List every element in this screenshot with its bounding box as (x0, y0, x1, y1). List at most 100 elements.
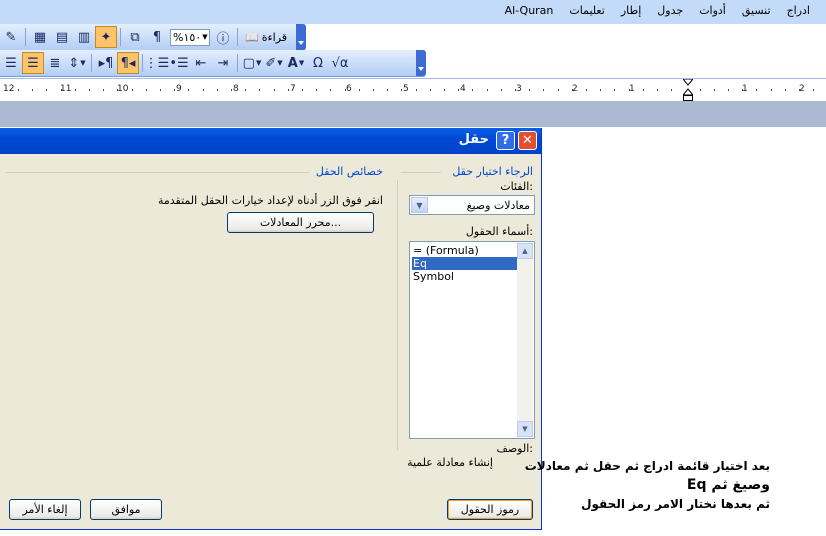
menu-help[interactable]: تعليمات (569, 4, 604, 17)
menu-frame[interactable]: إطار (621, 4, 641, 17)
list-item-symbol[interactable]: Symbol (412, 270, 517, 283)
ruler-tick (614, 89, 615, 91)
menu-table[interactable]: جدول (657, 4, 683, 17)
ruler-tick (700, 89, 701, 91)
toolbar-separator (237, 54, 238, 72)
ruler-tick (572, 89, 573, 91)
choose-field-group-label: الرجاء اختيار حقل (452, 165, 533, 178)
ruler-tick (756, 89, 757, 91)
toolbar-options-grip[interactable] (296, 24, 306, 50)
ruler-tick (657, 89, 658, 91)
menu-insert[interactable]: ادراج (787, 4, 810, 17)
numbering-icon[interactable]: ⋮☰ (145, 52, 170, 74)
rtl-direction-icon[interactable]: ¶◂ (117, 52, 139, 74)
highlight-icon[interactable]: ✐ ▼ (263, 52, 285, 74)
toolbar-separator (237, 28, 238, 46)
menu-bar: ادراج تنسيق أدوات جدول إطار تعليمات Al-Q… (0, 0, 826, 24)
read-button[interactable]: 📖 قراءة (241, 31, 291, 44)
edit-icon[interactable]: ✎ (0, 26, 22, 48)
ruler-tick (32, 89, 33, 91)
ruler-tick (387, 89, 388, 91)
toolbar-separator (25, 28, 26, 46)
field-names-list[interactable]: = (Formula) Eq Symbol ▲ ▼ (409, 241, 535, 439)
justify-icon[interactable]: ≣ (44, 52, 66, 74)
pilcrow-icon[interactable]: ¶ (146, 26, 168, 48)
field-list-scrollbar[interactable]: ▲ ▼ (517, 243, 533, 437)
align-center-icon[interactable]: ☰ (0, 52, 22, 74)
increase-indent-icon[interactable]: ⇥ (212, 52, 234, 74)
columns-icon[interactable]: ▥ (73, 26, 95, 48)
ruler-tick (629, 89, 630, 91)
toolbar-separator (142, 54, 143, 72)
menu-format[interactable]: تنسيق (742, 4, 771, 17)
ruler-tick (643, 89, 644, 91)
list-item-formula[interactable]: = (Formula) (412, 244, 517, 257)
ruler-tick (117, 89, 118, 91)
equation-icon[interactable]: √α (329, 52, 351, 74)
categories-value: معادلات وصيغ (466, 199, 530, 212)
field-codes-button[interactable]: رموز الحقول (447, 499, 533, 520)
toolbar-options-grip[interactable] (416, 50, 426, 76)
menu-items: ادراج تنسيق أدوات جدول إطار تعليمات Al-Q… (505, 4, 810, 17)
cancel-button[interactable]: إلغاء الأمر (9, 499, 81, 520)
scroll-up-icon[interactable]: ▲ (517, 243, 533, 259)
dialog-titlebar[interactable]: حقل ? ✕ (0, 128, 541, 154)
field-properties-group-label: خصائص الحقل (315, 165, 383, 178)
ruler-tick (146, 89, 147, 91)
menu-tools[interactable]: أدوات (699, 4, 726, 17)
ok-button[interactable]: موافق (90, 499, 162, 520)
read-label: قراءة (261, 30, 288, 44)
drawing-icon[interactable]: ✦ (95, 26, 117, 48)
ruler-tick (18, 89, 19, 91)
insert-excel-icon[interactable]: ▤ (51, 26, 73, 48)
bullets-icon[interactable]: •☰ (168, 52, 190, 74)
ruler-tick (330, 89, 331, 91)
ruler-label: 10 (117, 84, 129, 94)
font-color-icon[interactable]: A ▼ (285, 52, 307, 74)
align-right-icon[interactable]: ☰ (22, 52, 44, 74)
ruler-label: 12 (3, 84, 15, 94)
omega-icon[interactable]: Ω (307, 52, 329, 74)
ruler-label: 4 (460, 84, 466, 94)
ruler-tick (728, 89, 729, 91)
toolbar-separator (91, 54, 92, 72)
zoom-combo[interactable]: %١٥٠ ▼ (170, 28, 210, 46)
equation-editor-button[interactable]: محرر المعادلات... (227, 212, 374, 233)
line-spacing-icon[interactable]: ⇕ ▼ (66, 52, 88, 74)
instruction-annotation: بعد اختيار قائمة ادراج ثم حقل ثم معادلات… (525, 457, 770, 514)
horizontal-ruler: 12 11 10 9 8 7 6 5 4 3 2 1 1 2 (0, 78, 826, 102)
menu-al-quran[interactable]: Al-Quran (505, 4, 554, 17)
ruler-tick (813, 89, 814, 91)
scroll-down-icon[interactable]: ▼ (517, 421, 533, 437)
help-icon[interactable]: ⓘ (212, 26, 234, 48)
indent-marker-icon[interactable] (683, 79, 693, 101)
close-icon[interactable]: ✕ (518, 131, 537, 150)
ltr-direction-icon[interactable]: ▸¶ (95, 52, 117, 74)
ruler-tick (302, 89, 303, 91)
ruler-tick (259, 89, 260, 91)
chevron-down-icon[interactable]: ▼ (411, 197, 428, 213)
ruler-tick (373, 89, 374, 91)
zoom-value: %١٥٠ (173, 30, 202, 44)
ruler-tick (46, 89, 47, 91)
description-label: الوصف: (496, 442, 533, 455)
dialog-title: حقل (458, 132, 489, 147)
field-names-label: أسماء الحقول: (465, 225, 533, 238)
ruler-tick (558, 89, 559, 91)
annotation-line-2: وصيغ ثم Eq (686, 477, 770, 493)
list-item-eq[interactable]: Eq (412, 257, 517, 270)
categories-select[interactable]: معادلات وصيغ ▼ (409, 195, 535, 215)
insert-table-icon[interactable]: ▦ (29, 26, 51, 48)
document-map-icon[interactable]: ⧉ (124, 26, 146, 48)
ruler-tick (785, 89, 786, 91)
decrease-indent-icon[interactable]: ⇤ (190, 52, 212, 74)
ruler-tick (359, 89, 360, 91)
ruler-tick (430, 89, 431, 91)
help-icon[interactable]: ? (496, 131, 515, 150)
borders-icon[interactable]: ▢ ▼ (241, 52, 263, 74)
ruler-tick (345, 89, 346, 91)
ruler-tick (174, 89, 175, 91)
ruler-tick (160, 89, 161, 91)
ruler-tick (132, 89, 133, 91)
ruler-tick (274, 89, 275, 91)
